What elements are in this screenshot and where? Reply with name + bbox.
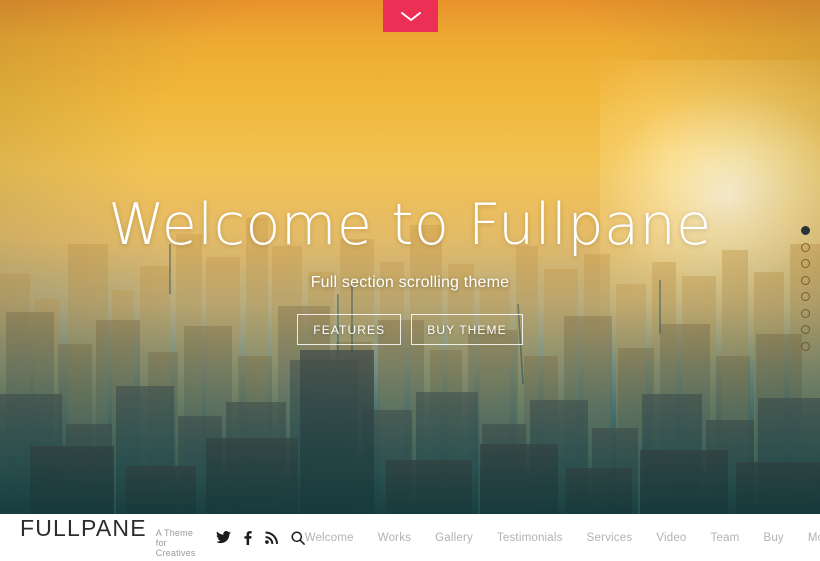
nav-item-services[interactable]: Services xyxy=(587,532,633,544)
dot-nav-item-3[interactable] xyxy=(801,259,810,268)
nav-item-buy[interactable]: Buy xyxy=(763,532,783,544)
hero-title: Welcome to Fullpane xyxy=(108,192,712,258)
hero-content: Welcome to Fullpane Full section scrolli… xyxy=(0,0,820,514)
rss-icon[interactable] xyxy=(264,531,278,544)
dot-nav-item-5[interactable] xyxy=(801,292,810,301)
social-links xyxy=(215,530,305,545)
nav-item-team[interactable]: Team xyxy=(711,532,740,544)
features-button[interactable]: FEATURES xyxy=(297,313,402,345)
dot-nav-item-1[interactable] xyxy=(801,226,810,235)
chevron-down-icon xyxy=(400,10,422,22)
scroll-down-tab[interactable] xyxy=(383,0,438,32)
site-tagline: A Theme for Creatives xyxy=(155,528,196,558)
search-icon[interactable] xyxy=(291,530,305,545)
nav-item-more-label: More xyxy=(807,531,820,544)
dot-nav-item-4[interactable] xyxy=(801,275,810,285)
nav-item-video[interactable]: Video xyxy=(656,532,686,544)
site-logo-text: FULLPANE xyxy=(20,515,147,541)
buy-theme-button[interactable]: BUY THEME xyxy=(411,313,523,345)
dot-nav-item-2[interactable] xyxy=(801,242,810,252)
brand-block[interactable]: FULLPANE A Theme for Creatives xyxy=(0,515,196,559)
facebook-icon[interactable] xyxy=(244,530,252,545)
dot-nav-item-7[interactable] xyxy=(801,325,810,334)
nav-item-testimonials[interactable]: Testimonials xyxy=(497,532,563,544)
dot-nav-item-8[interactable] xyxy=(801,341,810,351)
dot-nav-item-6[interactable] xyxy=(801,308,810,318)
hero-button-group: FEATURES BUY THEME xyxy=(297,313,523,345)
nav-item-welcome[interactable]: Welcome xyxy=(305,532,354,544)
nav-item-gallery[interactable]: Gallery xyxy=(435,532,473,544)
section-dot-navigation xyxy=(801,226,810,351)
page-root: Welcome to Fullpane Full section scrolli… xyxy=(0,0,820,561)
nav-item-works[interactable]: Works xyxy=(378,532,411,544)
main-navigation: Welcome Works Gallery Testimonials Servi… xyxy=(305,532,820,544)
nav-item-more[interactable]: More xyxy=(808,532,820,544)
twitter-icon[interactable] xyxy=(215,531,231,544)
hero-subtitle: Full section scrolling theme xyxy=(310,273,510,291)
site-header-bar: FULLPANE A Theme for Creatives Welcome W… xyxy=(0,514,820,561)
